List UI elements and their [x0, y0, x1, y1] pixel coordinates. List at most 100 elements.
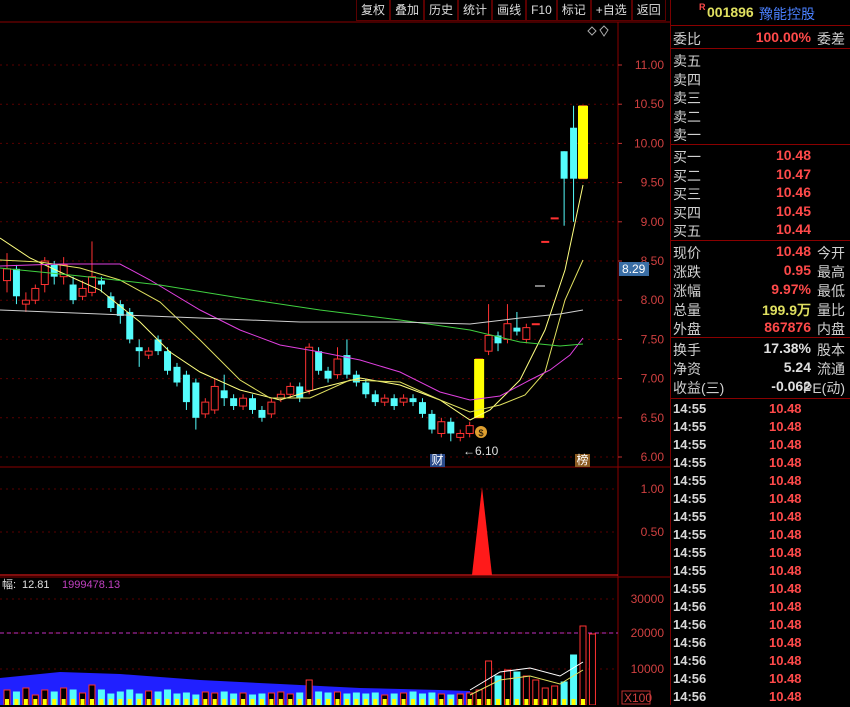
candle-body	[531, 323, 540, 326]
volume-mark	[420, 699, 425, 705]
stock-flag: R	[699, 2, 706, 12]
kline-chart[interactable]: 11.0010.5010.009.509.008.508.007.507.006…	[0, 0, 670, 705]
highlight-bar	[578, 105, 588, 179]
settings-icon	[599, 25, 609, 37]
current-price-tag: 8.29	[622, 262, 646, 276]
volume-mark	[354, 699, 359, 705]
quote-panel: R 001896 豫能控股 委比 100.00% 委差 卖五 卖四 卖三 卖二 卖一 买一…	[670, 0, 850, 705]
candle-body	[69, 284, 77, 301]
tick-row: 14:55 10.48	[673, 401, 849, 419]
price-axis-label: 8.00	[641, 293, 665, 307]
row-label2: 今开	[817, 245, 845, 261]
tick-time: 14:55	[673, 401, 707, 416]
candle-body	[570, 127, 578, 179]
candle-body	[31, 287, 40, 301]
tick-price: 10.48	[769, 617, 802, 632]
candle-body	[3, 268, 11, 282]
price-axis-label: 6.00	[641, 450, 665, 464]
volume-mark	[562, 699, 567, 705]
row-label2: 内盘	[817, 321, 845, 337]
row-value: 867876	[764, 319, 811, 335]
sell-row: 卖四	[673, 70, 849, 88]
volume-mark	[439, 699, 444, 705]
buy-row: 买五 10.44	[673, 221, 849, 239]
tick-time: 14:55	[673, 437, 707, 452]
row-value: 199.9万	[761, 302, 811, 318]
tick-price: 10.48	[769, 689, 802, 704]
stat-row: 涨跌 0.95 最高	[673, 262, 849, 280]
row-label: 买一	[673, 149, 701, 165]
candle-body	[173, 366, 181, 383]
candle-body	[484, 334, 493, 352]
tick-price: 10.48	[769, 491, 802, 506]
candle-body	[513, 327, 521, 332]
indicator-axis-label: 0.50	[641, 525, 665, 539]
candle-body	[249, 398, 257, 410]
stock-header[interactable]: R 001896 豫能控股	[673, 2, 849, 22]
tick-time: 14:56	[673, 599, 707, 614]
tick-price: 10.48	[769, 635, 802, 650]
tick-time: 14:55	[673, 419, 707, 434]
bang-marker-text: 榜	[576, 452, 588, 467]
stat-row: 净资 5.24 流通	[673, 359, 849, 377]
price-axis-label: 7.00	[641, 372, 665, 386]
buy-row: 买三 10.46	[673, 184, 849, 202]
price-axis-label: 7.50	[641, 332, 665, 346]
row-label: 换手	[673, 342, 701, 358]
low-price-label: ←6.10	[463, 444, 499, 458]
weibi-value: 100.00%	[755, 29, 811, 45]
volume-axis-label: 10000	[631, 662, 665, 676]
indicator-axis-label: 1.00	[641, 482, 665, 496]
candle-body	[144, 350, 153, 356]
tick-time: 14:56	[673, 671, 707, 686]
volume-mark	[5, 699, 9, 705]
ma-line-120	[0, 309, 584, 325]
tick-row: 14:55 10.48	[673, 509, 849, 527]
candle-body	[522, 327, 531, 340]
tick-time: 14:55	[673, 473, 707, 488]
volume-mark	[392, 699, 397, 705]
candle-body	[324, 370, 332, 379]
volume-mark	[429, 699, 434, 705]
tick-price: 10.48	[769, 527, 802, 542]
tick-price: 10.48	[769, 653, 802, 668]
candle-body	[220, 390, 228, 399]
candle-body	[201, 401, 210, 415]
tick-row: 14:55 10.48	[673, 419, 849, 437]
price-axis-label: 10.00	[634, 136, 664, 150]
volume-bar	[588, 633, 596, 705]
volume-mark	[552, 699, 557, 705]
stat-row: 收益(三) -0.062 PE(动)	[673, 378, 849, 396]
row-value: 10.48	[775, 243, 811, 259]
buy-row: 买二 10.47	[673, 166, 849, 184]
volume-mark	[52, 699, 57, 705]
tick-time: 14:55	[673, 491, 707, 506]
cai-marker-text: 财	[431, 453, 443, 467]
volume-mark	[335, 699, 340, 705]
tick-price: 10.48	[769, 599, 802, 614]
volume-mark	[297, 699, 302, 705]
volume-mark	[250, 699, 255, 705]
volume-mark	[269, 699, 274, 705]
volume-mark	[278, 699, 283, 705]
volume-axis-label: 30000	[631, 592, 665, 606]
tick-price: 10.48	[769, 563, 802, 578]
candle-body	[550, 217, 559, 220]
volume-mark	[89, 699, 94, 705]
tick-time: 14:55	[673, 581, 707, 596]
volume-mark	[99, 699, 104, 705]
row-label2: 量比	[817, 302, 845, 318]
volume-axis-label: 20000	[631, 626, 665, 640]
weibi-row: 委比 100.00% 委差	[673, 29, 849, 47]
row-value: 5.24	[783, 359, 811, 375]
candle-body	[107, 296, 115, 309]
candle-body	[456, 432, 465, 438]
row-label: 卖五	[673, 53, 701, 69]
volume-mark	[411, 699, 416, 705]
row-label: 买三	[673, 186, 701, 202]
tick-row: 14:56 10.48	[673, 617, 849, 635]
tick-row: 14:55 10.48	[673, 473, 849, 491]
candle-body	[210, 385, 219, 411]
tick-row: 14:55 10.48	[673, 527, 849, 545]
price-axis-label: 6.50	[641, 411, 665, 425]
